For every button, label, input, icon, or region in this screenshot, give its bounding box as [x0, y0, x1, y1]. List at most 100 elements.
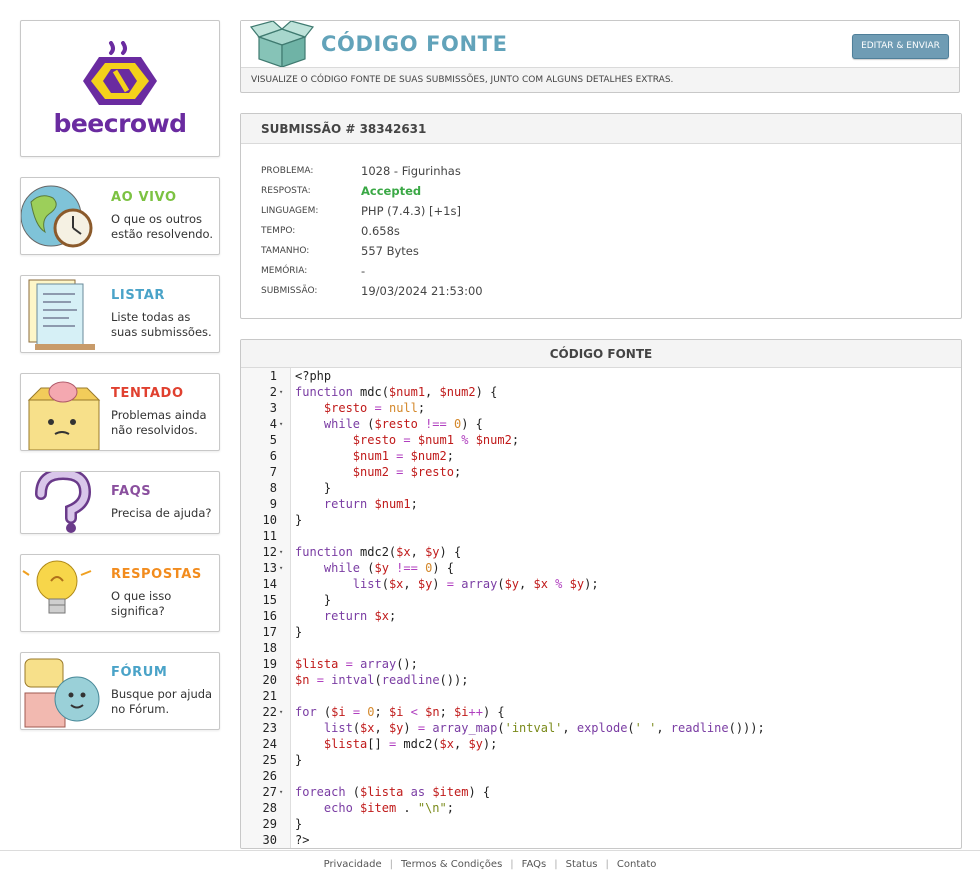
- footer-link-status[interactable]: Status: [566, 859, 598, 870]
- line-number: 12: [262, 545, 277, 559]
- code-line: 26: [241, 768, 961, 784]
- line-number: 24: [262, 737, 277, 751]
- code-line: 13 ▾ while ($y !== 0) {: [241, 560, 961, 576]
- code-text: }: [295, 625, 303, 639]
- sidebar-item-tentado[interactable]: TENTADO Problemas ainda não resolvidos.: [20, 373, 220, 451]
- sidebar-item-title: RESPOSTAS: [111, 567, 202, 582]
- sidebar-item-ao-vivo[interactable]: AO VIVO O que os outros estão resolvendo…: [20, 177, 220, 255]
- fold-arrow-icon[interactable]: ▾: [279, 384, 287, 400]
- code-line: 1 <?php: [241, 368, 961, 384]
- line-number: 8: [269, 481, 277, 495]
- line-number: 28: [262, 801, 277, 815]
- code-line: 22 ▾ for ($i = 0; $i < $n; $i++) {: [241, 704, 961, 720]
- code-text: $num1 = $num2;: [352, 449, 454, 463]
- code-line: 17}: [241, 624, 961, 640]
- sidebar-item-respostas[interactable]: RESPOSTAS O que isso significa?: [20, 554, 220, 632]
- code-line: 30 ?>: [241, 832, 961, 848]
- code-line: 16 return $x;: [241, 608, 961, 624]
- status-badge: Accepted: [361, 184, 422, 198]
- footer-separator: |: [605, 859, 609, 870]
- code-line: 28 echo $item . "\n";: [241, 800, 961, 816]
- field-value-tempo: 0.658s: [361, 224, 400, 238]
- code-line: 9 return $num1;: [241, 496, 961, 512]
- sidebar-item-desc: Precisa de ajuda?: [111, 506, 212, 520]
- code-text: list($x, $y) = array($y, $x % $y);: [352, 577, 599, 591]
- field-label-submissao: SUBMISSÃO:: [261, 286, 318, 296]
- line-number: 10: [262, 513, 277, 527]
- code-text: while ($resto !== 0) {: [323, 417, 483, 431]
- footer: Privacidade | Termos & Condições | FAQs | Stat…: [0, 859, 980, 870]
- sidebar-item-listar[interactable]: LISTAR Liste todas as suas submissões.: [20, 275, 220, 353]
- fold-arrow-icon[interactable]: ▾: [279, 560, 287, 576]
- line-number: 4: [269, 417, 277, 431]
- code-text: echo $item . "\n";: [323, 801, 454, 815]
- fold-arrow-icon[interactable]: ▾: [279, 544, 287, 560]
- footer-link-faqs[interactable]: FAQs: [522, 859, 547, 870]
- open-box-icon: [249, 21, 315, 67]
- line-number: 21: [262, 689, 277, 703]
- line-number: 5: [269, 433, 277, 447]
- page-header: CÓDIGO FONTE EDITAR & ENVIAR VISUALIZE O…: [240, 20, 960, 93]
- code-line: 3 $resto = null;: [241, 400, 961, 416]
- line-number: 13: [262, 561, 277, 575]
- fold-arrow-icon[interactable]: ▾: [279, 416, 287, 432]
- line-number: 14: [262, 577, 277, 591]
- line-number: 7: [269, 465, 277, 479]
- code-line: 4 ▾ while ($resto !== 0) {: [241, 416, 961, 432]
- code-line: 21: [241, 688, 961, 704]
- line-number: 20: [262, 673, 277, 687]
- code-text: $resto = $num1 % $num2;: [352, 433, 520, 447]
- code-line: 14 list($x, $y) = array($y, $x % $y);: [241, 576, 961, 592]
- fold-arrow-icon[interactable]: ▾: [279, 704, 287, 720]
- line-number: 11: [262, 529, 277, 543]
- notes-list-icon: [28, 279, 95, 350]
- sidebar-item-desc: O que isso significa?: [111, 589, 172, 618]
- line-number: 6: [269, 449, 277, 463]
- line-number: 2: [269, 385, 277, 399]
- code-text: }: [295, 593, 332, 607]
- page-subtitle: VISUALIZE O CÓDIGO FONTE DE SUAS SUBMISS…: [251, 75, 674, 85]
- line-number: 23: [262, 721, 277, 735]
- code-line: 11: [241, 528, 961, 544]
- submission-panel: SUBMISSÃO # 38342631 PROBLEMA: 1028 - Fi…: [240, 113, 962, 319]
- footer-link-privacidade[interactable]: Privacidade: [324, 859, 382, 870]
- code-line: 15 }: [241, 592, 961, 608]
- code-line: 8 }: [241, 480, 961, 496]
- code-header: CÓDIGO FONTE: [241, 340, 961, 368]
- code-text: foreach ($lista as $item) {: [295, 785, 491, 799]
- footer-link-termos[interactable]: Termos & Condições: [401, 859, 502, 870]
- code-line: 12 ▾ function mdc2($x, $y) {: [241, 544, 961, 560]
- code-line: 27 ▾ foreach ($lista as $item) {: [241, 784, 961, 800]
- sidebar-item-desc: Liste todas as suas submissões.: [111, 310, 212, 339]
- sidebar: beecrowd AO VIVO O que os outros estão r…: [20, 20, 220, 730]
- code-panel: CÓDIGO FONTE 1 <?php 2 ▾ function mdc($num1,…: [240, 339, 962, 849]
- code-text: $n = intval(readline());: [295, 673, 469, 687]
- sidebar-item-forum[interactable]: FÓRUM Busque por ajuda no Fórum.: [20, 652, 220, 730]
- code-line: 25}: [241, 752, 961, 768]
- code-line: 5 $resto = $num1 % $num2;: [241, 432, 961, 448]
- sidebar-item-faqs[interactable]: FAQS Precisa de ajuda?: [20, 471, 220, 534]
- code-text: }: [295, 817, 303, 831]
- field-label-resposta: RESPOSTA:: [261, 186, 311, 196]
- fold-arrow-icon[interactable]: ▾: [279, 784, 287, 800]
- header-top-bar: CÓDIGO FONTE EDITAR & ENVIAR: [241, 21, 959, 68]
- code-line: 18: [241, 640, 961, 656]
- field-value-submissao: 19/03/2024 21:53:00: [361, 284, 483, 298]
- footer-link-contato[interactable]: Contato: [617, 859, 657, 870]
- code-line: 7 $num2 = $resto;: [241, 464, 961, 480]
- edit-submit-button[interactable]: EDITAR & ENVIAR: [852, 34, 949, 59]
- code-line: 23 list($x, $y) = array_map('intval', ex…: [241, 720, 961, 736]
- box-brain-icon: [27, 381, 101, 450]
- field-label-tempo: TEMPO:: [261, 226, 296, 236]
- question-mark-icon: [35, 472, 92, 533]
- logo-card[interactable]: beecrowd: [20, 20, 220, 157]
- code-text: function mdc($num1, $num2) {: [295, 385, 498, 399]
- code-text: list($x, $y) = array_map('intval', explo…: [323, 721, 765, 735]
- line-number: 1: [269, 369, 277, 383]
- lightbulb-icon: [22, 560, 92, 614]
- code-line: 20 $n = intval(readline());: [241, 672, 961, 688]
- code-line: 6 $num1 = $num2;: [241, 448, 961, 464]
- page-title: CÓDIGO FONTE: [321, 32, 508, 56]
- code-text: ?>: [295, 833, 310, 847]
- code-text: }: [295, 481, 332, 495]
